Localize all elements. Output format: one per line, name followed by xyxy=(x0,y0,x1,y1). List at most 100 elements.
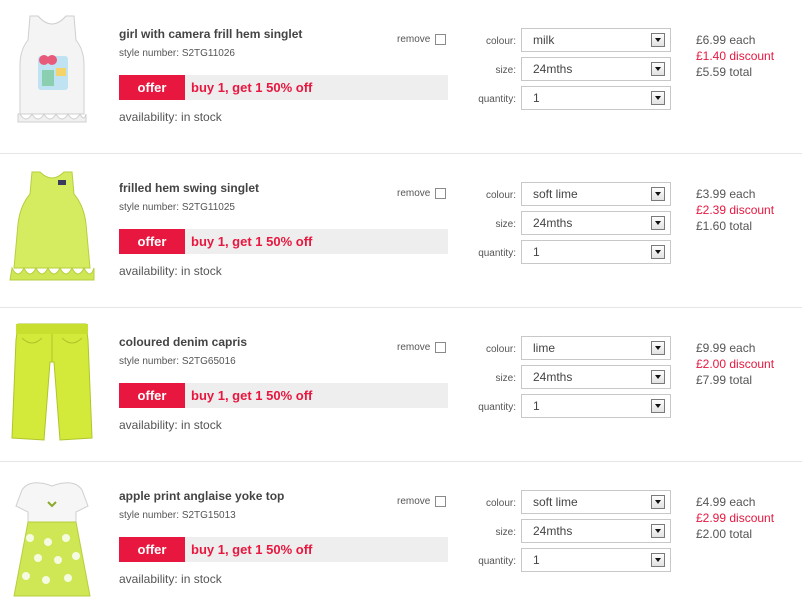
product-name[interactable]: girl with camera frill hem singlet xyxy=(119,27,302,41)
lime-singlet-image[interactable] xyxy=(4,164,100,290)
availability-status: availability: in stock xyxy=(119,572,222,586)
dropdown-arrow-icon[interactable] xyxy=(651,370,665,384)
offer-tag: offer xyxy=(119,229,185,254)
colour-value: lime xyxy=(533,341,556,355)
dropdown-arrow-icon[interactable] xyxy=(651,399,665,413)
product-name[interactable]: apple print anglaise yoke top xyxy=(119,489,284,503)
remove-label: remove xyxy=(397,34,431,45)
style-number-label: style number: xyxy=(119,510,180,521)
price-total: £1.60 total xyxy=(696,219,753,233)
quantity-select[interactable]: 1 xyxy=(521,86,671,110)
size-select[interactable]: 24mths xyxy=(521,519,671,543)
dropdown-arrow-icon[interactable] xyxy=(651,216,665,230)
quantity-label: quantity: xyxy=(478,556,516,567)
size-value: 24mths xyxy=(533,524,573,538)
quantity-select[interactable]: 1 xyxy=(521,548,671,572)
product-name[interactable]: coloured denim capris xyxy=(119,335,247,349)
quantity-select[interactable]: 1 xyxy=(521,240,671,264)
offer-text: buy 1, get 1 50% off xyxy=(191,80,313,95)
style-number-value: S2TG15013 xyxy=(181,510,236,521)
colour-select[interactable]: lime xyxy=(521,336,671,360)
size-select[interactable]: 24mths xyxy=(521,211,671,235)
dropdown-arrow-icon[interactable] xyxy=(651,495,665,509)
price-discount: £2.00 discount xyxy=(696,357,775,371)
colour-label: colour: xyxy=(485,344,516,355)
remove-checkbox[interactable] xyxy=(435,496,446,507)
colour-label: colour: xyxy=(485,36,516,47)
offer-text: buy 1, get 1 50% off xyxy=(191,388,313,403)
offer-tag: offer xyxy=(119,75,185,100)
colour-select[interactable]: milk xyxy=(521,28,671,52)
size-label: size: xyxy=(495,65,516,76)
dropdown-arrow-icon[interactable] xyxy=(651,553,665,567)
size-label: size: xyxy=(495,219,516,230)
remove-checkbox[interactable] xyxy=(435,188,446,199)
offer-text: buy 1, get 1 50% off xyxy=(191,234,313,249)
quantity-value: 1 xyxy=(533,553,540,567)
quantity-select[interactable]: 1 xyxy=(521,394,671,418)
style-number-value: S2TG11025 xyxy=(181,202,235,213)
remove-label: remove xyxy=(397,188,431,199)
size-value: 24mths xyxy=(533,370,573,384)
dropdown-arrow-icon[interactable] xyxy=(651,524,665,538)
apple-print-top-image[interactable] xyxy=(4,472,100,598)
price-each: £4.99 each xyxy=(696,495,756,509)
dropdown-arrow-icon[interactable] xyxy=(651,187,665,201)
colour-value: milk xyxy=(533,33,555,47)
style-number: style number: S2TG65016 xyxy=(119,356,236,367)
colour-value: soft lime xyxy=(533,495,578,509)
remove-label: remove xyxy=(397,342,431,353)
quantity-value: 1 xyxy=(533,91,540,105)
cart-item: frilled hem swing singlet style number: … xyxy=(0,154,802,308)
remove-checkbox[interactable] xyxy=(435,34,446,45)
colour-select[interactable]: soft lime xyxy=(521,490,671,514)
price-discount: £2.99 discount xyxy=(696,511,775,525)
white-singlet-image[interactable] xyxy=(4,10,100,136)
offer-banner: offer buy 1, get 1 50% off xyxy=(119,383,448,408)
cart-item: apple print anglaise yoke top style numb… xyxy=(0,462,802,616)
availability-status: availability: in stock xyxy=(119,418,222,432)
dropdown-arrow-icon[interactable] xyxy=(651,33,665,47)
size-value: 24mths xyxy=(533,62,573,76)
price-each: £9.99 each xyxy=(696,341,756,355)
cart-item: girl with camera frill hem singlet style… xyxy=(0,0,802,154)
quantity-label: quantity: xyxy=(478,94,516,105)
style-number-value: S2TG65016 xyxy=(181,356,236,367)
style-number-label: style number: xyxy=(119,48,180,59)
cart-item: coloured denim capris style number: S2TG… xyxy=(0,308,802,462)
style-number-label: style number: xyxy=(119,356,180,367)
product-name[interactable]: frilled hem swing singlet xyxy=(119,181,259,195)
price-total: £7.99 total xyxy=(696,373,753,387)
offer-text: buy 1, get 1 50% off xyxy=(191,542,313,557)
size-select[interactable]: 24mths xyxy=(521,57,671,81)
price-total: £2.00 total xyxy=(696,527,753,541)
price-discount: £1.40 discount xyxy=(696,49,775,63)
colour-label: colour: xyxy=(485,498,516,509)
quantity-value: 1 xyxy=(533,245,540,259)
style-number-value: S2TG11026 xyxy=(181,48,235,59)
dropdown-arrow-icon[interactable] xyxy=(651,245,665,259)
size-label: size: xyxy=(495,527,516,538)
colour-value: soft lime xyxy=(533,187,578,201)
colour-select[interactable]: soft lime xyxy=(521,182,671,206)
price-each: £3.99 each xyxy=(696,187,756,201)
price-each: £6.99 each xyxy=(696,33,756,47)
offer-tag: offer xyxy=(119,383,185,408)
remove-checkbox[interactable] xyxy=(435,342,446,353)
price-discount: £2.39 discount xyxy=(696,203,775,217)
dropdown-arrow-icon[interactable] xyxy=(651,341,665,355)
availability-status: availability: in stock xyxy=(119,264,222,278)
colour-label: colour: xyxy=(485,190,516,201)
dropdown-arrow-icon[interactable] xyxy=(651,91,665,105)
dropdown-arrow-icon[interactable] xyxy=(651,62,665,76)
lime-capris-image[interactable] xyxy=(4,318,100,444)
size-select[interactable]: 24mths xyxy=(521,365,671,389)
quantity-label: quantity: xyxy=(478,248,516,259)
offer-tag: offer xyxy=(119,537,185,562)
style-number: style number: S2TG11025 xyxy=(119,202,235,213)
offer-banner: offer buy 1, get 1 50% off xyxy=(119,537,448,562)
style-number-label: style number: xyxy=(119,202,180,213)
remove-label: remove xyxy=(397,496,431,507)
offer-banner: offer buy 1, get 1 50% off xyxy=(119,229,448,254)
offer-banner: offer buy 1, get 1 50% off xyxy=(119,75,448,100)
